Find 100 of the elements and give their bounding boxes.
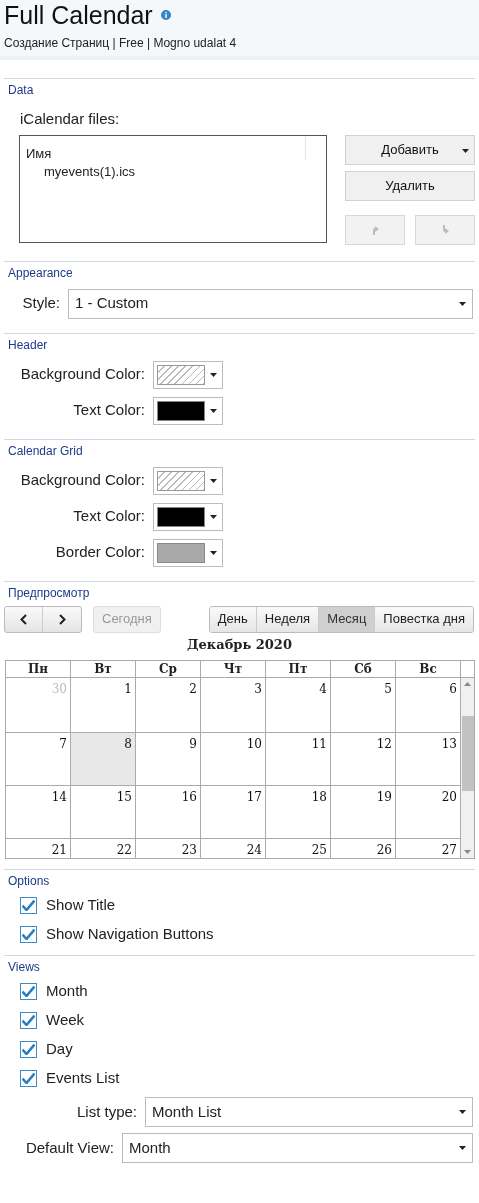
caret-icon: [210, 408, 217, 413]
file-item[interactable]: myevents(1).ics: [20, 159, 136, 181]
section-title: Предпросмотр: [7, 584, 91, 601]
field-label: List type:: [75, 1101, 138, 1122]
day-number: 18: [311, 789, 327, 806]
checkbox-label: Week: [46, 1010, 85, 1031]
default-view-dropdown[interactable]: Month: [122, 1133, 473, 1163]
caret-icon: [210, 550, 217, 555]
delete-button[interactable]: Удалить: [345, 170, 475, 201]
day-number: 13: [441, 736, 457, 753]
transparent-swatch: [157, 364, 205, 385]
caret-icon: [210, 478, 217, 483]
chevron-left-icon: [20, 613, 27, 625]
day-number: 4: [319, 681, 327, 698]
day-number: 1: [124, 681, 132, 698]
day-number: 15: [116, 789, 132, 806]
day-number: 20: [441, 789, 457, 806]
day-number: 24: [246, 842, 262, 858]
checkbox-label: Day: [46, 1039, 73, 1060]
section-title: Data: [7, 82, 35, 98]
day-number: 2: [189, 681, 197, 698]
section-title: Views: [7, 959, 41, 975]
section-title: Options: [7, 873, 51, 889]
field-label: Default View:: [24, 1137, 115, 1158]
view-tab[interactable]: День: [209, 606, 256, 632]
view-tab[interactable]: Неделя: [255, 606, 319, 632]
checkbox[interactable]: [20, 926, 37, 943]
field-label: Text Color:: [72, 506, 146, 527]
color-picker[interactable]: [153, 538, 223, 567]
day-number: 17: [246, 789, 262, 806]
curved-arrow-down-icon: [441, 224, 449, 235]
day-number: 3: [254, 681, 262, 698]
file-list[interactable]: Имя myevents(1).ics: [19, 134, 327, 243]
view-tab[interactable]: Повестка дня: [374, 606, 473, 632]
checkbox-label: Events List: [46, 1068, 120, 1089]
day-number: 5: [384, 681, 392, 698]
today-cell[interactable]: 8: [71, 733, 136, 785]
checkbox[interactable]: [20, 897, 37, 914]
page-title: Full Calendar: [4, 0, 153, 30]
day-number: 30: [51, 681, 67, 698]
scroll-down-icon[interactable]: [464, 850, 471, 854]
caret-icon: [459, 301, 466, 306]
day-number: 25: [311, 842, 327, 858]
transparent-swatch: [157, 470, 205, 491]
checkbox-label: Month: [46, 981, 88, 1002]
day-number: 8: [124, 736, 132, 753]
weekday-header: Пн: [6, 661, 71, 677]
field-label: Border Color:: [54, 542, 146, 563]
day-number: 26: [376, 842, 392, 858]
color-picker[interactable]: [153, 466, 223, 495]
field-label: iCalendar files:: [19, 109, 121, 129]
section-title: Appearance: [7, 264, 74, 281]
caret-icon: [459, 1146, 466, 1150]
color-picker[interactable]: [153, 360, 223, 389]
day-number: 16: [181, 789, 197, 806]
list-type-dropdown[interactable]: Month List: [145, 1097, 473, 1127]
field-label: Background Color:: [19, 470, 146, 491]
day-number: 22: [116, 842, 132, 858]
color-picker[interactable]: [153, 502, 223, 531]
scrollbar[interactable]: [461, 678, 474, 858]
day-number: 11: [311, 736, 327, 753]
field-label: Style:: [21, 293, 61, 314]
checkbox-label: Show Navigation Buttons: [46, 924, 214, 945]
day-number: 9: [189, 736, 197, 753]
day-number: 10: [246, 736, 262, 753]
day-number: 19: [376, 789, 392, 806]
weekday-header: Сб: [331, 661, 396, 677]
checkbox[interactable]: [20, 1070, 37, 1087]
view-tab[interactable]: Месяц: [318, 606, 375, 632]
day-number: 21: [51, 842, 67, 858]
day-number: 7: [59, 736, 67, 753]
caret-icon: [210, 372, 217, 377]
weekday-header: Вт: [71, 661, 136, 677]
add-dropdown-button[interactable]: Добавить: [345, 134, 475, 165]
weekday-header: Пт: [266, 661, 331, 677]
month-title: Декабрь 2020: [187, 635, 292, 654]
field-label: Text Color:: [72, 400, 146, 421]
scroll-thumb[interactable]: [461, 715, 474, 791]
breadcrumb-text: Создание Страниц | Free | Mogno udalat 4: [4, 35, 238, 52]
checkbox[interactable]: [20, 983, 37, 1000]
weekday-header: Чт: [201, 661, 266, 677]
color-picker[interactable]: [153, 396, 223, 425]
curved-arrow-up-icon: [371, 224, 379, 235]
day-number: 23: [181, 842, 197, 858]
day-number: 27: [441, 842, 457, 858]
checkbox[interactable]: [20, 1012, 37, 1029]
day-number: 12: [376, 736, 392, 753]
caret-icon: [459, 1110, 466, 1114]
checkbox[interactable]: [20, 1041, 37, 1058]
weekday-header: Вс: [396, 661, 461, 677]
scroll-up-icon[interactable]: [464, 682, 471, 686]
caret-icon: [210, 514, 217, 519]
info-icon[interactable]: [160, 10, 171, 20]
style-dropdown[interactable]: 1 - Custom: [68, 288, 473, 319]
section-title: Calendar Grid: [7, 442, 84, 459]
section-title: Header: [7, 336, 49, 353]
field-label: Background Color:: [19, 364, 146, 385]
weekday-header: Ср: [136, 661, 201, 677]
column-header[interactable]: Имя: [26, 145, 52, 161]
day-number: 6: [449, 681, 457, 698]
